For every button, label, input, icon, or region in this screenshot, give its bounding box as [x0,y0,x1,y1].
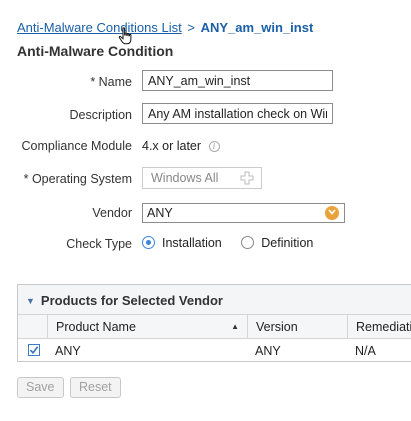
checkmark-icon [29,346,39,355]
collapse-triangle-icon[interactable]: ▼ [26,296,35,306]
cell-product-name: ANY [55,344,81,358]
compliance-module-value: 4.x or later [142,139,202,153]
select-all-column [18,315,47,338]
name-label: * Name [90,75,132,89]
products-panel-header[interactable]: ▼ Products for Selected Vendor [18,285,411,315]
check-type-label: Check Type [66,237,132,251]
radio-definition-label[interactable]: Definition [261,236,313,250]
column-header-remediation[interactable]: Remediatio [347,315,411,338]
name-input[interactable] [142,70,333,91]
products-panel: ▼ Products for Selected Vendor Product Na… [17,284,411,362]
products-table-header: Product Name ▲ Version Remediatio [18,315,411,339]
check-type-radio-group: Installation Definition [142,236,329,250]
cell-remediation: N/A [355,344,376,358]
column-header-product-name-label: Product Name [56,320,136,334]
radio-installation[interactable] [142,236,155,249]
column-header-version[interactable]: Version [247,315,347,338]
operating-system-value: Windows All [151,171,219,185]
operating-system-label: * Operating System [23,172,132,186]
vendor-select[interactable]: ANY [142,203,345,223]
description-input[interactable] [142,103,333,124]
table-row[interactable]: ANY ANY N/A [18,339,411,362]
breadcrumb-link-conditions-list[interactable]: Anti-Malware Conditions List [17,20,182,35]
chevron-down-icon[interactable] [325,206,339,220]
cell-version: ANY [255,344,281,358]
save-button[interactable]: Save [17,377,64,398]
products-panel-title: Products for Selected Vendor [40,293,223,308]
radio-definition[interactable] [241,236,255,249]
description-label: Description [69,108,132,122]
plus-icon[interactable] [240,171,254,185]
info-icon[interactable]: i [208,141,220,153]
breadcrumb-separator: > [187,20,195,35]
vendor-selected-value: ANY [147,206,173,220]
row-checkbox-cell [18,339,47,362]
reset-button[interactable]: Reset [70,377,121,398]
radio-installation-label[interactable]: Installation [162,236,222,250]
sort-ascending-icon[interactable]: ▲ [231,322,239,331]
column-header-product-name[interactable]: Product Name ▲ [47,315,247,338]
breadcrumb: Anti-Malware Conditions List > ANY_am_wi… [17,20,313,35]
vendor-label: Vendor [92,206,132,220]
breadcrumb-current: ANY_am_win_inst [200,20,314,35]
column-header-remediation-label: Remediatio [356,320,411,334]
row-checkbox[interactable] [28,344,40,356]
operating-system-selector[interactable]: Windows All [142,167,262,189]
compliance-module-label: Compliance Module [21,139,132,153]
page-title: Anti-Malware Condition [17,43,174,59]
compliance-module-value-wrap: 4.x or later i [142,139,220,153]
column-header-version-label: Version [256,320,298,334]
